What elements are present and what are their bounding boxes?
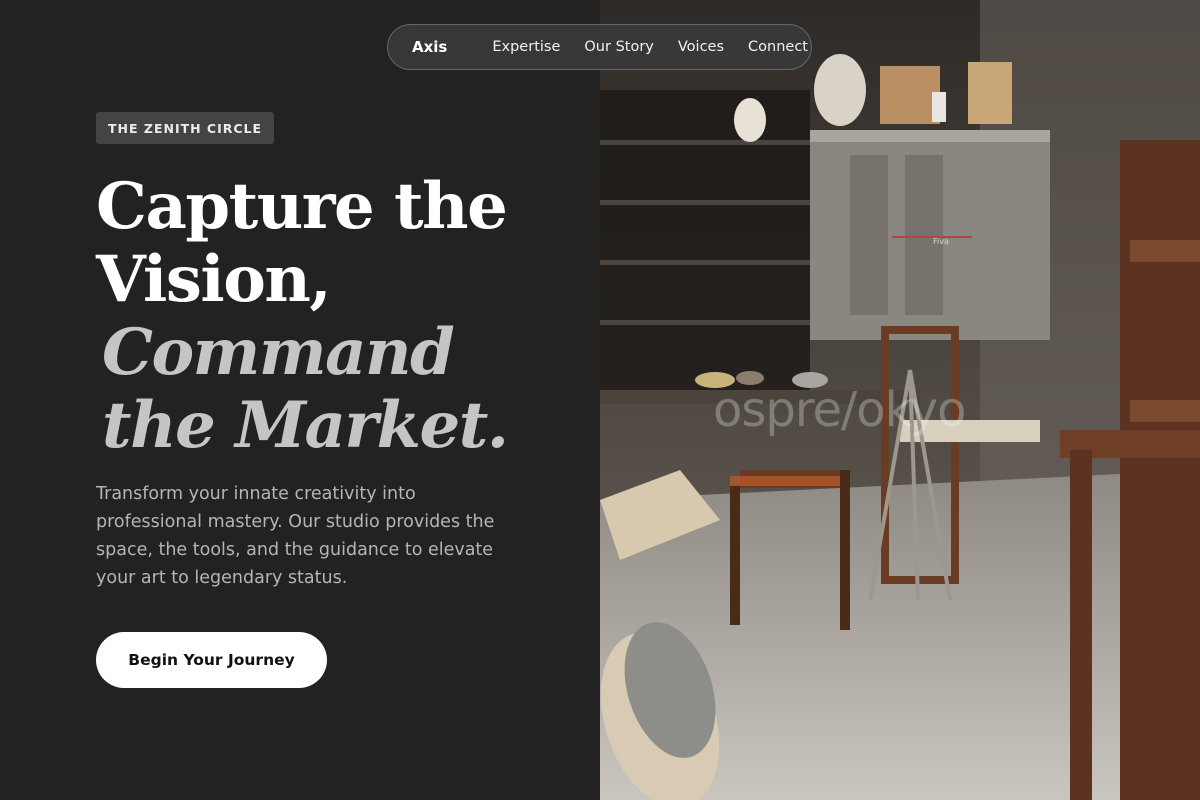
brand-badge: THE ZENITH CIRCLE xyxy=(96,112,275,144)
hero-headline: Capture the Vision, Command the Market. xyxy=(96,169,509,463)
headline-line-1: Capture the xyxy=(96,169,508,244)
headline-line-3: Command xyxy=(102,315,455,390)
top-nav: Axis Expertise Our Story Voices Connect xyxy=(387,24,812,70)
kiln-label: Fiva xyxy=(933,237,949,246)
nav-link-our-story[interactable]: Our Story xyxy=(584,39,653,55)
studio-photo: Fiva ospre/okyo xyxy=(600,0,1200,800)
nav-link-connect[interactable]: Connect xyxy=(748,39,808,55)
image-watermark: ospre/okyo xyxy=(713,382,966,438)
hero-panel: THE ZENITH CIRCLE Capture the Vision, Co… xyxy=(0,0,600,800)
hero-description: Transform your innate creativity into pr… xyxy=(96,484,495,588)
nav-brand[interactable]: Axis xyxy=(412,38,447,56)
begin-journey-button[interactable]: Begin Your Journey xyxy=(96,632,327,688)
headline-line-2: Vision, xyxy=(96,242,332,317)
nav-link-expertise[interactable]: Expertise xyxy=(492,39,560,55)
headline-line-4: the Market. xyxy=(102,388,509,463)
nav-link-voices[interactable]: Voices xyxy=(678,39,724,55)
